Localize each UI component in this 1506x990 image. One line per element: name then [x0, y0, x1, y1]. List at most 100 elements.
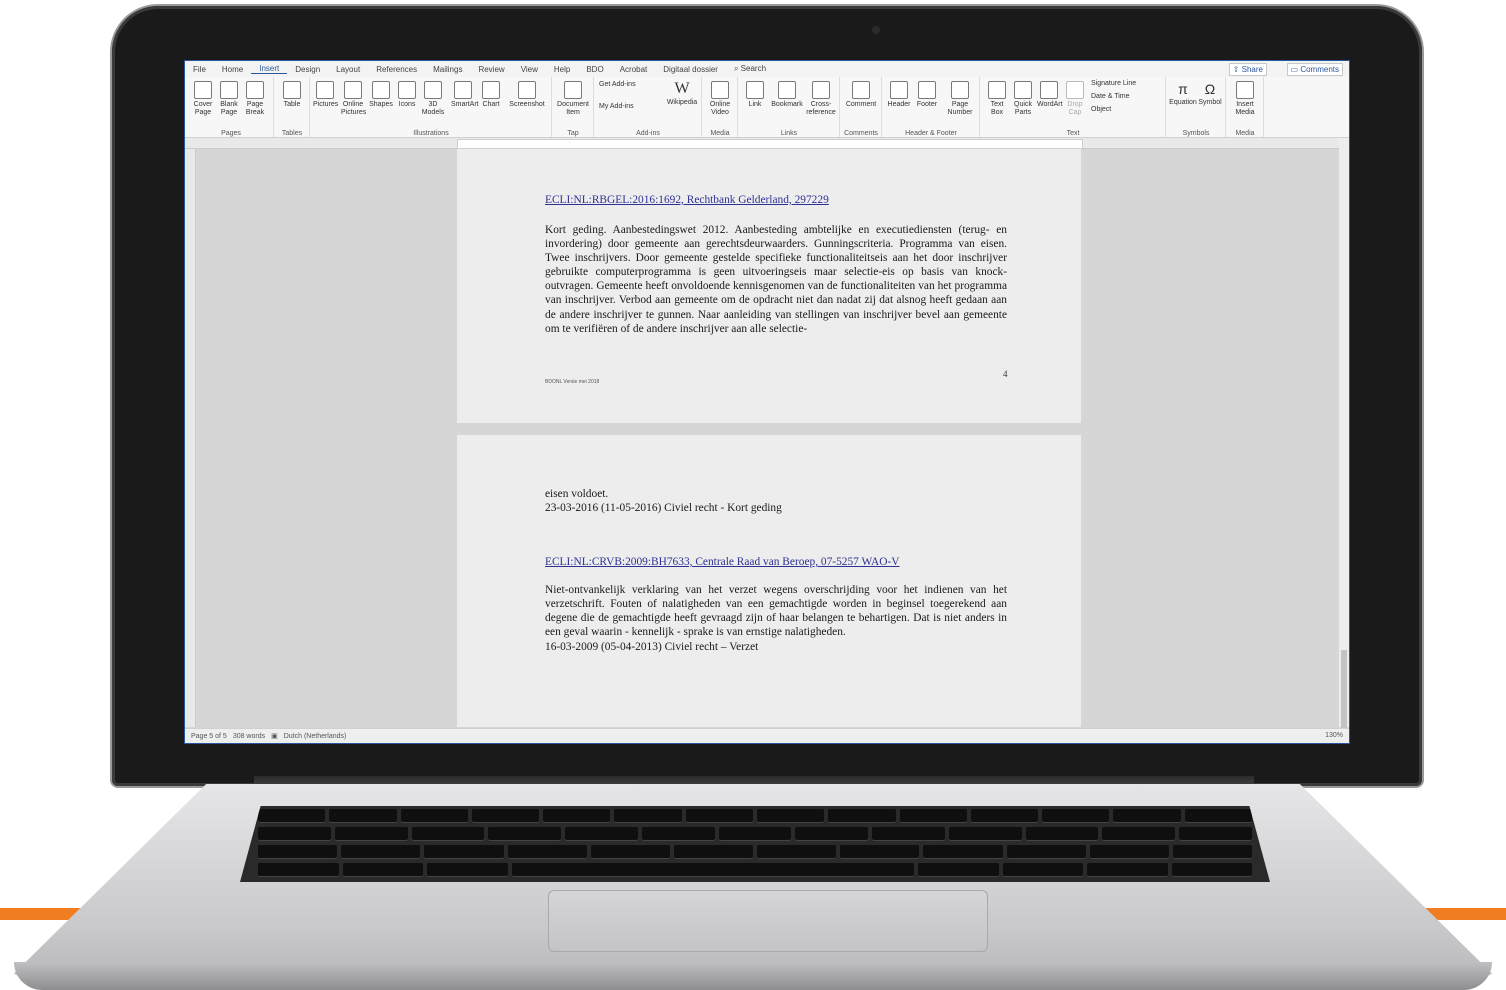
group-label-media: Media	[710, 130, 730, 137]
search-box[interactable]: ⌕ Search	[726, 64, 774, 74]
document-item-icon	[564, 81, 582, 99]
language-status[interactable]: Dutch (Netherlands)	[284, 733, 347, 740]
object-button[interactable]: Object	[1091, 106, 1163, 114]
wordart-button[interactable]: WordArt	[1037, 81, 1063, 109]
blank-page-button[interactable]: Blank Page	[217, 81, 241, 117]
pi-icon: π	[1178, 81, 1188, 97]
group-label-text: Text	[1066, 130, 1080, 137]
tab-help[interactable]: Help	[546, 65, 578, 74]
case-summary-rbgel: Kort geding. Aanbestedingswet 2012. Aanb…	[545, 224, 1007, 335]
drop-cap-button[interactable]: Drop Cap	[1063, 81, 1087, 117]
horizontal-ruler	[185, 138, 1349, 149]
insert-media-button[interactable]: Insert Media	[1233, 81, 1257, 117]
vertical-scrollbar[interactable]	[1339, 138, 1349, 730]
vertical-ruler	[185, 149, 196, 727]
tab-home[interactable]: Home	[214, 65, 251, 74]
symbol-button[interactable]: Ω Symbol	[1197, 81, 1223, 107]
cross-reference-icon	[812, 81, 830, 99]
tab-insert[interactable]: Insert	[251, 64, 288, 74]
proofing-icon[interactable]: ▣	[271, 732, 278, 740]
group-comments: Comment Comments	[841, 77, 882, 137]
quick-parts-button[interactable]: Quick Parts	[1011, 81, 1035, 117]
date-line-crvb: 16-03-2009 (05-04-2013) Civiel recht – V…	[545, 641, 759, 653]
tab-review[interactable]: Review	[470, 65, 512, 74]
comments-button[interactable]: ▭ Comments	[1286, 63, 1343, 76]
group-media-2: Insert Media Media	[1227, 77, 1264, 137]
link-button[interactable]: Link	[743, 81, 767, 109]
search-label: Search	[740, 64, 767, 73]
keyboard	[240, 806, 1270, 882]
group-links: Link Bookmark Cross-reference Links	[739, 77, 840, 137]
cross-reference-button[interactable]: Cross-reference	[805, 81, 837, 117]
3d-models-button[interactable]: 3D Models	[421, 81, 445, 117]
page-count-status[interactable]: Page 5 of 5	[191, 733, 227, 740]
comment-icon	[852, 81, 870, 99]
word-count-status[interactable]: 308 words	[233, 733, 265, 740]
pictures-icon	[316, 81, 334, 99]
text-box-button[interactable]: Text Box	[985, 81, 1009, 117]
screenshot-button[interactable]: Screenshot	[509, 81, 545, 109]
camera-icon	[872, 26, 880, 34]
icons-button[interactable]: Icons	[395, 81, 419, 109]
tab-bdo[interactable]: BDO	[578, 65, 611, 74]
tab-layout[interactable]: Layout	[328, 65, 368, 74]
comment-button[interactable]: Comment	[845, 81, 877, 109]
date-time-button[interactable]: Date & Time	[1091, 93, 1163, 101]
online-video-button[interactable]: Online Video	[708, 81, 732, 117]
case-link-rbgel[interactable]: ECLI:NL:RBGEL:2016:1692, Rechtbank Gelde…	[545, 194, 829, 206]
page-break-icon	[246, 81, 264, 99]
tab-design[interactable]: Design	[287, 65, 328, 74]
date-line-rbgel: 23-03-2016 (11-05-2016) Civiel recht - K…	[545, 502, 782, 514]
online-video-icon	[711, 81, 729, 99]
bookmark-button[interactable]: Bookmark	[771, 81, 803, 109]
3d-models-icon	[424, 81, 442, 99]
group-illustrations: Pictures Online Pictures Shapes Icons 3D…	[311, 77, 552, 137]
ribbon-tabs: File Home Insert Design Layout Reference…	[185, 61, 1349, 77]
document-area[interactable]: ECLI:NL:RBGEL:2016:1692, Rechtbank Gelde…	[196, 149, 1339, 727]
wordart-icon	[1040, 81, 1058, 99]
signature-line-button[interactable]: Signature Line	[1091, 80, 1163, 88]
my-add-ins-button[interactable]: My Add-ins	[599, 103, 659, 111]
cover-page-button[interactable]: Cover Page	[191, 81, 215, 117]
page-5: eisen voldoet. 23-03-2016 (11-05-2016) C…	[457, 435, 1081, 727]
blank-page-icon	[220, 81, 238, 99]
tab-file[interactable]: File	[185, 65, 214, 74]
chart-button[interactable]: Chart	[479, 81, 503, 109]
smartart-icon	[454, 81, 472, 99]
online-pictures-icon	[344, 81, 362, 99]
group-header-footer: Header Footer Page Number Header & Foote…	[883, 77, 980, 137]
scroll-thumb[interactable]	[1341, 650, 1347, 730]
ruler-text-area	[457, 139, 1083, 149]
group-media: Online Video Media	[703, 77, 738, 137]
smartart-button[interactable]: SmartArt	[451, 81, 479, 109]
link-icon	[746, 81, 764, 99]
header-button[interactable]: Header	[887, 81, 911, 109]
shapes-button[interactable]: Shapes	[369, 81, 393, 109]
group-add-ins: Get Add-ins My Add-ins W Wikipedia Add-in…	[595, 77, 702, 137]
table-button[interactable]: Table	[280, 81, 304, 109]
case-link-crvb[interactable]: ECLI:NL:CRVB:2009:BH7633, Centrale Raad …	[545, 556, 899, 568]
page-number-button[interactable]: Page Number	[943, 81, 977, 117]
zoom-level[interactable]: 130%	[1325, 732, 1343, 739]
tab-acrobat[interactable]: Acrobat	[612, 65, 656, 74]
document-item-button[interactable]: Document Item	[555, 81, 591, 117]
tab-digitaal-dossier[interactable]: Digitaal dossier	[655, 65, 726, 74]
tab-references[interactable]: References	[368, 65, 425, 74]
wikipedia-button[interactable]: W Wikipedia	[665, 81, 699, 107]
text-box-icon	[988, 81, 1006, 99]
share-button[interactable]: ⇧ Share	[1228, 63, 1267, 76]
footer-button[interactable]: Footer	[915, 81, 939, 109]
group-label-tap: Tap	[567, 130, 579, 137]
group-pages: Cover Page Blank Page Page Break Pages	[189, 77, 274, 137]
tab-view[interactable]: View	[513, 65, 546, 74]
pictures-button[interactable]: Pictures	[313, 81, 338, 109]
group-label-header-footer: Header & Footer	[905, 130, 957, 137]
get-add-ins-button[interactable]: Get Add-ins	[599, 81, 655, 89]
online-pictures-button[interactable]: Online Pictures	[341, 81, 366, 117]
tab-mailings[interactable]: Mailings	[425, 65, 470, 74]
equation-button[interactable]: π Equation	[1169, 81, 1197, 107]
group-tables: Table Tables	[275, 77, 310, 137]
page-break-button[interactable]: Page Break	[243, 81, 267, 117]
comments-label: Comments	[1300, 65, 1339, 74]
key-row-2	[240, 827, 1270, 841]
